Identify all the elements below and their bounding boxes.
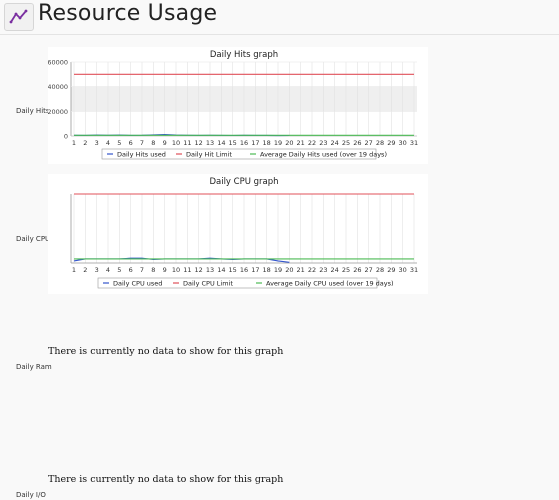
x-tick-label: 12 <box>195 266 203 274</box>
x-tick-label: 29 <box>387 266 395 274</box>
x-tick-label: 7 <box>140 266 144 274</box>
x-tick-label: 25 <box>342 139 350 147</box>
x-tick-label: 5 <box>117 139 121 147</box>
x-tick-label: 23 <box>319 139 327 147</box>
x-tick-label: 11 <box>183 139 191 147</box>
x-tick-label: 13 <box>206 266 214 274</box>
x-tick-label: 26 <box>353 266 361 274</box>
daily-io-label: Daily I/O <box>16 491 46 499</box>
legend-label: Daily Hits used <box>117 151 166 159</box>
x-tick-label: 12 <box>195 139 203 147</box>
x-tick-label: 22 <box>308 139 316 147</box>
x-tick-label: 24 <box>331 139 339 147</box>
x-tick-label: 13 <box>206 139 214 147</box>
x-tick-label: 26 <box>353 139 361 147</box>
legend-label: Average Daily Hits used (over 19 days) <box>260 151 387 159</box>
x-tick-label: 8 <box>151 139 155 147</box>
daily-cpu-graph: Daily CPU graph 1 2 3 4 5 6 7 8 9 10 11 12 13 14 15 16 17… <box>48 174 428 294</box>
x-tick-label: 17 <box>251 139 259 147</box>
x-tick-label: 21 <box>297 139 305 147</box>
x-tick-label: 28 <box>376 266 384 274</box>
x-tick-label: 9 <box>163 139 167 147</box>
x-tick-label: 30 <box>399 139 407 147</box>
x-tick-label: 18 <box>263 266 271 274</box>
x-tick-label: 28 <box>376 139 384 147</box>
legend-label: Daily CPU used <box>113 280 162 288</box>
x-tick-label: 19 <box>274 266 282 274</box>
x-tick-label: 18 <box>263 139 271 147</box>
x-tick-label: 21 <box>297 266 305 274</box>
y-tick-label: 0 <box>64 133 68 141</box>
y-tick-label: 40000 <box>48 83 68 91</box>
x-tick-label: 27 <box>365 266 373 274</box>
x-tick-label: 1 <box>72 266 76 274</box>
x-tick-label: 6 <box>129 139 133 147</box>
daily-hits-graph: Daily Hits graph 0 20000 40000 60000 1 2 3 4 5 6 7 8… <box>48 47 428 164</box>
x-tick-label: 15 <box>229 266 237 274</box>
daily-hits-label: Daily Hits <box>16 107 50 115</box>
x-tick-label: 30 <box>399 266 407 274</box>
x-tick-label: 9 <box>163 266 167 274</box>
x-tick-label: 8 <box>151 266 155 274</box>
legend-label: Daily CPU Limit <box>183 280 233 288</box>
x-tick-label: 10 <box>172 266 180 274</box>
x-tick-label: 2 <box>83 266 87 274</box>
x-tick-label: 20 <box>285 139 293 147</box>
daily-cpu-label: Daily CPU <box>16 235 51 243</box>
x-tick-label: 5 <box>117 266 121 274</box>
daily-ram-label: Daily Ram <box>16 363 52 371</box>
x-tick-label: 4 <box>106 139 110 147</box>
page-title: Resource Usage <box>38 1 218 26</box>
x-tick-label: 31 <box>410 139 418 147</box>
x-tick-label: 3 <box>95 139 99 147</box>
x-tick-label: 3 <box>95 266 99 274</box>
legend-label: Average Daily CPU used (over 19 days) <box>266 280 394 288</box>
chart-title: Daily Hits graph <box>210 50 278 60</box>
daily-cpu-chart: Daily CPU graph1 2 3 4 5 6 7 8 9 10 11 12 13 14 15 16 17… <box>70 177 418 289</box>
page-header: Resource Usage <box>0 0 559 35</box>
x-tick-label: 15 <box>229 139 237 147</box>
legend-label: Daily Hit Limit <box>186 151 232 159</box>
chart-title: Daily CPU graph <box>209 177 278 187</box>
x-tick-label: 4 <box>106 266 110 274</box>
x-tick-label: 16 <box>240 266 248 274</box>
y-tick-label: 20000 <box>48 108 68 116</box>
chart-line-icon <box>4 3 34 31</box>
x-tick-label: 23 <box>319 266 327 274</box>
x-tick-label: 10 <box>172 139 180 147</box>
x-tick-label: 22 <box>308 266 316 274</box>
x-tick-label: 7 <box>140 139 144 147</box>
x-tick-label: 27 <box>365 139 373 147</box>
x-tick-label: 24 <box>331 266 339 274</box>
x-tick-label: 1 <box>72 139 76 147</box>
x-tick-label: 16 <box>240 139 248 147</box>
x-tick-label: 25 <box>342 266 350 274</box>
x-tick-label: 14 <box>217 266 225 274</box>
x-tick-label: 11 <box>183 266 191 274</box>
y-tick-label: 60000 <box>48 59 68 67</box>
x-tick-label: 29 <box>387 139 395 147</box>
x-tick-label: 6 <box>129 266 133 274</box>
x-tick-label: 19 <box>274 139 282 147</box>
x-tick-label: 20 <box>285 266 293 274</box>
daily-hits-chart: Daily Hits graph02000040000600001 2 3 4 5 6 7 8… <box>48 50 418 160</box>
x-tick-label: 2 <box>83 139 87 147</box>
io-no-data-message: There is currently no data to show for t… <box>48 474 284 485</box>
x-tick-label: 17 <box>251 266 259 274</box>
x-tick-label: 14 <box>217 139 225 147</box>
ram-no-data-message: There is currently no data to show for t… <box>48 346 284 357</box>
x-tick-label: 31 <box>410 266 418 274</box>
